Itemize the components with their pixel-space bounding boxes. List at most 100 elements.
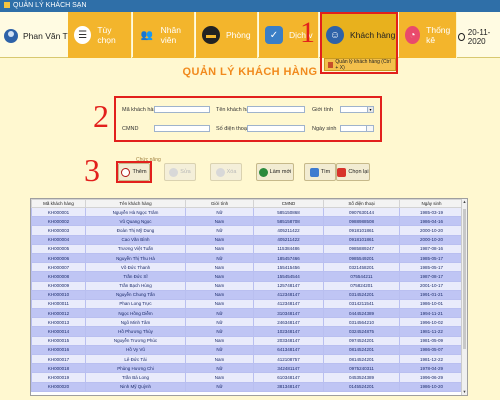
table-cell: 1987-08-17 [399,271,464,282]
col-ngay-sinh[interactable]: Ngày sinh [399,199,464,208]
table-row[interactable]: KH000009 Trần Bạch Hùng Nam 125748147 075824… [31,280,464,291]
table-cell: Nam [185,234,254,245]
table-cell: KH000015 [31,335,86,346]
table-row[interactable]: KH000013 Ngô Minh Tâm Nữ 246348147 031456421… [31,317,464,328]
list-icon: ☰ [74,26,92,44]
table-row[interactable]: KH000003 Đoàn Thị Mỹ Dung Nữ 405211422 09181… [31,225,464,236]
highlight-them [116,161,152,183]
table-row[interactable]: KH000019 Trần Bá Long Nam 610348147 04535243… [31,372,464,383]
calendar-icon[interactable] [366,126,373,131]
table-cell: 1986-05-07 [399,344,464,356]
chevron-down-icon[interactable]: ▾ [367,107,373,112]
table-row[interactable]: KH000008 Trần Đức Sĩ Nam 155454544 075544211… [31,271,464,282]
so-dien-thoai-input[interactable] [247,125,305,132]
table-cell: 203348147 [253,335,324,346]
table-cell: Nữ [185,317,254,328]
table-row[interactable]: KH000015 Nguyễn Trương Phúc Nam 203348147 09… [31,335,464,346]
table-row[interactable]: KH000018 Phùng Hương Chi Nữ 342481147 097524… [31,363,464,374]
table-row[interactable]: KH000005 Trương Việt Tuấn Nam 115384486 0985… [31,243,464,254]
table-cell: 115384486 [253,243,324,254]
nav-phong[interactable]: ▬ Phòng [196,12,258,58]
table-cell: 412348147 [253,289,324,300]
chon-lai-button[interactable]: Chọn lại [336,163,370,181]
table-cell: Nguyễn Trương Phúc [85,335,186,346]
table-cell: Trương Việt Tuấn [85,243,186,254]
col-cmnd[interactable]: CMND [253,199,324,208]
table-cell: 155454544 [253,271,324,282]
table-cell: Nữ [185,225,254,236]
cmnd-label: CMND [122,126,139,132]
table-cell: 0907630144 [323,206,400,218]
gioi-tinh-select[interactable]: ▾ [340,106,374,113]
table-cell: Nguyễn Chung Tấn [85,289,186,300]
table-cell: Phùng Hương Chi [85,363,186,374]
scroll-thumb[interactable] [463,209,466,349]
table-row[interactable]: KH000011 Phan Long Trực Nam 412348147 031421… [31,298,464,310]
vertical-scrollbar[interactable]: ▲ ▼ [461,199,467,395]
table-cell: Nguyễn Thị Thu Hà [85,252,186,264]
sua-button[interactable]: Sửa [164,163,196,181]
table-row[interactable]: KH000001 Nguyễn Hà Ngọc Trâm Nữ 585150868 09… [31,206,464,218]
ngay-sinh-picker[interactable] [340,125,374,132]
table-cell: 1987-08-16 [399,243,464,254]
table-row[interactable]: KH000017 Lê Đức Tài Nam 412108757 0814524201… [31,353,464,365]
tim-button[interactable]: Tìm [304,163,336,181]
table-row[interactable]: KH000006 Nguyễn Thị Thu Hà Nữ 185457466 0985… [31,252,464,264]
table-cell: Đoàn Thị Mỹ Dung [85,225,186,236]
table-cell: 185457466 [253,252,324,264]
table-row[interactable]: KH000014 Hồ Phương Thùy Nữ 102348147 0324524… [31,326,464,337]
table-cell: KH000014 [31,326,86,337]
table-cell: Nam [185,335,254,346]
chart-icon: ◔ [405,26,421,44]
table-cell: KH000012 [31,308,86,319]
col-ten-khach-hang[interactable]: Tên khách hàng [85,199,186,208]
customer-table[interactable]: Mã khách hàng Tên khách hàng Giới tính C… [30,198,468,396]
table-row[interactable]: KH000016 Hồ Vy Vũ Nữ 641348147 0814524201 198… [31,344,464,356]
col-so-dien-thoai[interactable]: Số điện thoại [323,199,400,208]
table-cell: 0975240311 [323,363,400,374]
col-ma-khach-hang[interactable]: Mã khách hàng [31,199,86,208]
delete-icon [215,167,225,177]
annotation-number-1: 1 [300,16,315,49]
nav-thong-ke[interactable]: ◔ Thống kê [399,12,457,58]
table-cell: 246348147 [253,317,324,328]
table-cell: 0314564210 [323,317,400,328]
table-cell: KH000001 [31,206,86,218]
nav-nhan-vien[interactable]: 👥 Nhân viên [133,12,195,58]
table-cell: KH000017 [31,353,86,365]
table-cell: 1991-01-21 [399,289,464,300]
xoa-button[interactable]: Xóa [210,163,242,181]
header-bar: Phan Văn Thông ☰ Tùy chọn 👥 Nhân viên ▬ … [0,12,500,58]
gioi-tinh-label: Giới tính [312,107,334,113]
table-cell: 0314211541 [323,298,400,310]
cmnd-input[interactable] [154,125,210,132]
table-cell: KH000006 [31,252,86,264]
table-cell: Vũ Quang Ngọc [85,216,186,227]
lam-moi-button[interactable]: Làm mới [256,163,294,181]
ma-khach-hang-input[interactable] [154,106,210,113]
nav-tuy-chon[interactable]: ☰ Tùy chọn [68,12,132,58]
reset-icon [337,167,347,177]
table-cell: Nữ [185,252,254,264]
ten-khach-hang-input[interactable] [247,106,305,113]
table-cell: 0444524389 [323,308,400,319]
table-row[interactable]: KH000020 Ninh Mỹ Quỳnh Nữ 381348147 01455242… [31,381,464,392]
nav-nhan-vien-label: Nhân viên [160,25,181,45]
table-cell: Nam [185,262,254,273]
table-cell: KH000008 [31,271,86,282]
table-row[interactable]: KH000004 Cao Văn Bình Nam 405211422 09181018… [31,234,464,245]
scroll-up-icon[interactable]: ▲ [462,199,467,205]
table-cell: 1986-04-16 [399,216,464,227]
nav-tuy-chon-label: Tùy chọn [97,25,116,45]
table-cell: Phan Long Trực [85,298,186,310]
annotation-number-3: 3 [84,152,100,188]
table-row[interactable]: KH000010 Nguyễn Chung Tấn Nam 412348147 0314… [31,289,464,300]
table-row[interactable]: KH000012 Ngọc Hồng Diễm Nữ 310348147 0444524… [31,308,464,319]
table-header-row: Mã khách hàng Tên khách hàng Giới tính C… [31,199,464,208]
table-cell: Nam [185,216,254,227]
table-row[interactable]: KH000007 Võ Đức Thanh Nam 155415456 03214582… [31,262,464,273]
table-row[interactable]: KH000002 Vũ Quang Ngọc Nam 585158708 0988988… [31,216,464,227]
col-gioi-tinh[interactable]: Giới tính [185,199,254,208]
clock-icon [458,33,465,41]
scroll-down-icon[interactable]: ▼ [462,389,467,395]
